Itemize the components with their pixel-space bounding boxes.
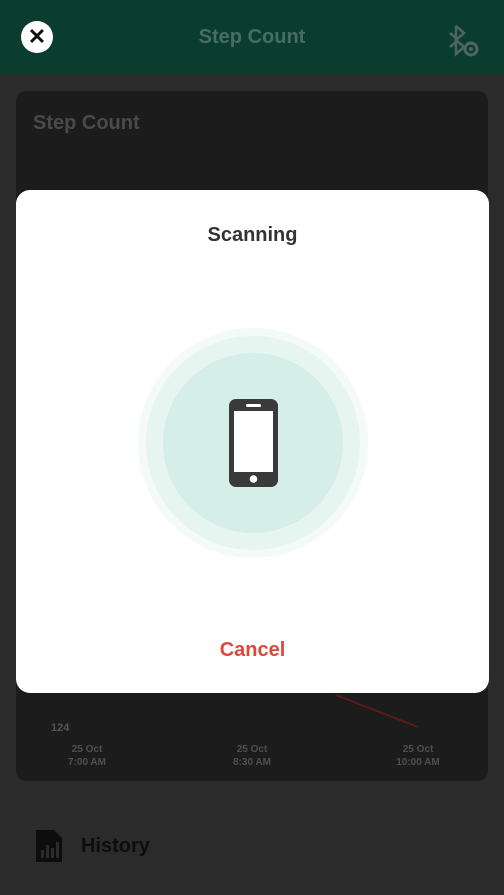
y-tick-label: 124 [51, 722, 70, 734]
x-tick-label: 25 Oct 10:00 AM [396, 744, 440, 768]
history-label: History [81, 835, 150, 857]
bar-chart-file-icon [36, 830, 62, 862]
chart-line-segment [335, 694, 419, 728]
x-tick-label: 25 Oct 7:00 AM [68, 744, 106, 768]
history-row[interactable] [0, 812, 504, 882]
cancel-button[interactable]: Cancel [202, 634, 303, 666]
x-tick-label: 25 Oct 8:30 AM [233, 744, 271, 768]
smartphone-icon [229, 399, 278, 487]
scanning-dialog: Scanning Cancel [16, 190, 489, 693]
dialog-title: Scanning [207, 224, 298, 246]
